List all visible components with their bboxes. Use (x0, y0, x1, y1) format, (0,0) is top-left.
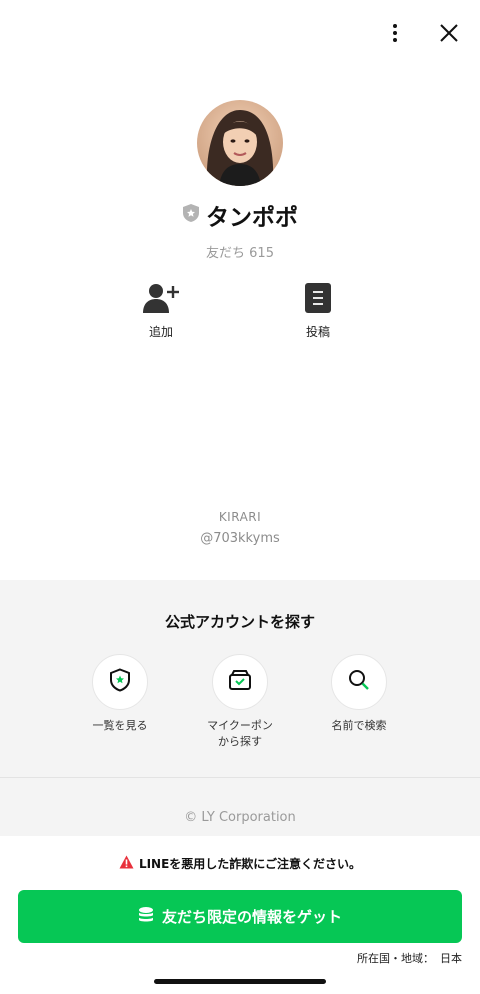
shield-star-icon (109, 668, 131, 696)
explore-item-circle (92, 654, 148, 710)
explore-item-circle (331, 654, 387, 710)
close-icon[interactable] (434, 18, 464, 48)
home-indicator (154, 979, 326, 984)
warning-icon (119, 854, 134, 873)
post-button[interactable]: 投稿 (304, 282, 332, 340)
region-value: 日本 (440, 952, 462, 965)
header-actions (380, 18, 464, 48)
explore-section: 公式アカウントを探す 一覧を見る マイクーポン から探す 名前で検索 © LY … (0, 580, 480, 836)
post-label: 投稿 (305, 325, 330, 339)
profile-header: タンポポ 友だち 615 (0, 100, 480, 261)
fraud-warning: LINEを悪用した詐欺にご注意ください。 (0, 854, 480, 873)
add-friend-icon (142, 282, 180, 318)
get-info-button[interactable]: 友だち限定の情報をゲット (18, 890, 462, 943)
more-vertical-icon[interactable] (380, 18, 410, 48)
avatar[interactable] (197, 100, 283, 186)
copyright: © LY Corporation (184, 810, 296, 825)
explore-item-label: マイクーポン から探す (207, 719, 273, 748)
account-name: KIRARI (218, 510, 262, 524)
explore-item-coupon[interactable]: マイクーポン から探す (180, 654, 300, 750)
warning-text: LINEを悪用した詐欺にご注意ください。 (138, 857, 362, 871)
post-icon (304, 282, 332, 318)
profile-name: タンポポ (206, 205, 298, 231)
bottom-panel: LINEを悪用した詐欺にご注意ください。 友だち限定の情報をゲット 所在国・地域… (0, 836, 480, 994)
explore-item-label: 名前で検索 (331, 719, 387, 732)
coins-icon (138, 906, 154, 928)
friends-count: 友だち 615 (206, 246, 274, 261)
cta-label: 友だち限定の情報をゲット (161, 908, 342, 926)
explore-title: 公式アカウントを探す (164, 613, 315, 631)
account-id: @703kkyms (200, 531, 280, 546)
add-friend-label: 追加 (148, 325, 173, 339)
divider (0, 777, 480, 778)
explore-item-circle (212, 654, 268, 710)
explore-item-label: 一覧を見る (92, 719, 148, 732)
add-friend-button[interactable]: 追加 (142, 282, 180, 340)
region-info: 所在国・地域： 日本 (357, 950, 462, 966)
verified-shield-icon (182, 203, 200, 227)
search-icon (347, 668, 371, 696)
account-info: KIRARI @703kkyms (0, 510, 480, 546)
explore-item-search[interactable]: 名前で検索 (299, 654, 419, 734)
name-row: タンポポ (182, 198, 298, 232)
region-label: 所在国・地域： (357, 952, 434, 965)
explore-item-list[interactable]: 一覧を見る (60, 654, 180, 734)
coupon-box-icon (228, 669, 252, 695)
